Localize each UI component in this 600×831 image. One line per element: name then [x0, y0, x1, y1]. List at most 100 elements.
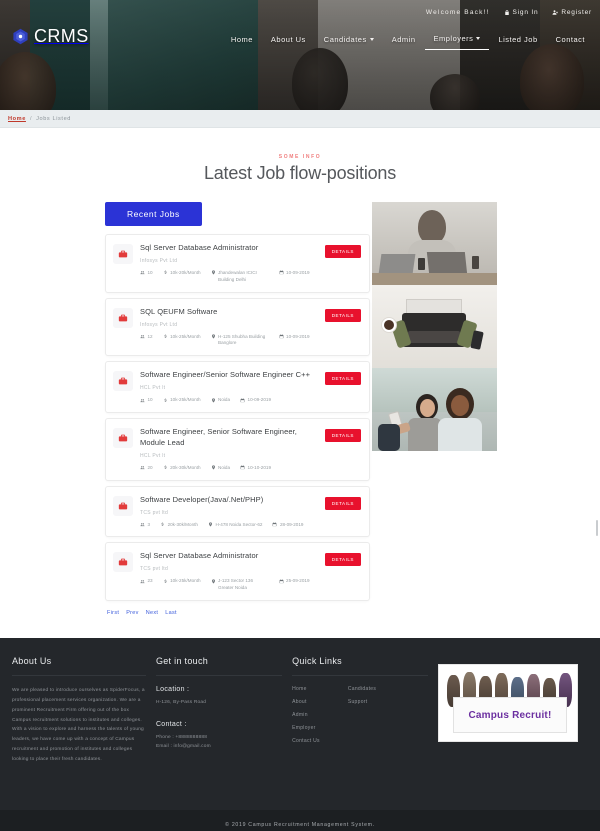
nav-item-admin[interactable]: Admin: [383, 31, 425, 50]
dollar-icon: [164, 334, 167, 338]
calendar-icon: [279, 334, 283, 339]
dollar-icon: [164, 270, 167, 275]
scroll-indicator[interactable]: [596, 520, 598, 536]
job-meta: 10 10k-20k/Month Jhandewalan ICICI Build…: [140, 270, 319, 284]
details-button[interactable]: DETAILS: [324, 245, 361, 258]
details-button[interactable]: DETAILS: [324, 308, 361, 322]
job-salary: 10k-25k/Month: [163, 578, 201, 592]
job-salary: 10k-20k/Month: [163, 270, 201, 284]
job-date: 28-09-2019: [272, 522, 303, 529]
job-title: Sql Server Database Administrator: [140, 243, 259, 252]
job-openings: 12: [140, 334, 153, 348]
footer-link-support[interactable]: Support: [348, 699, 376, 705]
details-button[interactable]: DETAILS: [324, 553, 361, 567]
job-date: 10-09-2019: [279, 334, 310, 348]
main-content: Recent Jobs Sql Server Database Administ…: [0, 184, 600, 616]
footer-location-value: H-126, By-Pass Road: [155, 700, 207, 706]
job-title: Software Engineer/Senior Software Engine…: [140, 370, 311, 380]
footer-link-candidates[interactable]: Candidates: [348, 686, 376, 692]
footer: About Us We are pleased to introduce our…: [0, 638, 600, 811]
nav-item-candidates[interactable]: Candidates: [315, 31, 383, 50]
hero-overlay: [0, 0, 600, 110]
job-salary: 10k-25k/Month: [163, 397, 201, 404]
job-list-item[interactable]: Sql Server Database Administrator Infosy…: [105, 234, 370, 293]
footer-links-column: Quick Links Home About Admin Employer Co…: [292, 656, 438, 796]
two-women-taking-selfie-photo: [372, 368, 497, 451]
sign-in-label: Sign In: [512, 9, 539, 16]
footer-link-home[interactable]: Home: [292, 686, 320, 692]
brand-logo[interactable]: CRMS: [12, 26, 89, 47]
banner-text: Campus Recruit!: [468, 709, 552, 721]
photo-stack: [372, 202, 497, 451]
job-list-item[interactable]: Software Engineer, Senior Software Engin…: [105, 418, 370, 481]
footer-location-label: Location :: [155, 686, 190, 694]
job-date-value: 10-10-2019: [247, 464, 272, 470]
people-icon: [140, 580, 145, 584]
pagination-first[interactable]: First: [107, 610, 119, 616]
job-openings-value: 23: [147, 578, 153, 584]
job-date-value: 10-09-2019: [286, 333, 310, 339]
job-list-item[interactable]: Software Engineer/Senior Software Engine…: [105, 361, 370, 414]
nav-item-employers[interactable]: Employers: [424, 30, 490, 50]
details-button[interactable]: DETAILS: [324, 372, 361, 386]
lock-icon: [504, 10, 509, 15]
breadcrumb-home-link[interactable]: Home: [8, 116, 26, 122]
job-salary-value: 10k-25k/Month: [170, 397, 201, 403]
footer-contact-heading: Get in touch: [155, 656, 209, 667]
job-list-item[interactable]: SQL QEUFM Software Infosys Pvt Ltd 12 10…: [105, 297, 370, 357]
job-meta: 23 10k-25k/Month J-123 Sector 136 Greate…: [140, 578, 319, 592]
photo-column: [370, 202, 600, 616]
job-location-value: J-123 Sector 136 Greater Noida: [218, 578, 254, 591]
job-location: H-125 Shubha Building Banglore: [211, 334, 269, 348]
chevron-down-icon: [369, 37, 374, 41]
job-meta: 20 20k-30k/Month Noida 10-10-2019: [140, 465, 319, 472]
register-link[interactable]: Register: [552, 9, 592, 16]
pagination-next[interactable]: Next: [146, 610, 159, 616]
job-location: Noida: [211, 464, 231, 472]
job-openings: 23: [140, 578, 153, 592]
campus-recruit-banner: Campus Recruit!: [437, 664, 578, 743]
footer-email: Email : info@gmail.com: [155, 744, 211, 750]
nav-label: About Us: [270, 35, 306, 44]
job-list-item[interactable]: Software Developer(Java/.Net/PHP) TCS pv…: [105, 485, 370, 538]
main-navigation: Home About Us Candidates Admin Employers…: [222, 30, 594, 50]
hands-with-typewriter-photo: [372, 285, 497, 368]
divider: [12, 675, 146, 677]
tab-recent-jobs[interactable]: Recent Jobs: [105, 202, 202, 226]
job-openings-value: 10: [147, 269, 153, 275]
job-company: Infosys Pvt Ltd: [140, 257, 178, 264]
briefcase-icon: [113, 371, 133, 392]
footer-link-contact-us[interactable]: Contact Us: [292, 738, 320, 744]
footer-link-employer[interactable]: Employer: [292, 725, 320, 731]
map-pin-icon: [208, 522, 212, 527]
job-company: TCS pvt ltd: [140, 509, 169, 516]
nav-item-about-us[interactable]: About Us: [262, 31, 315, 50]
sign-in-link[interactable]: Sign In: [504, 9, 539, 16]
footer-about-column: About Us We are pleased to introduce our…: [12, 656, 156, 796]
pagination-prev[interactable]: Prev: [126, 610, 139, 616]
job-salary-value: 10k-20k/Month: [170, 269, 201, 275]
nav-item-contact[interactable]: Contact: [547, 31, 594, 50]
briefcase-icon: [113, 244, 133, 264]
people-icon: [140, 466, 145, 470]
footer-link-admin[interactable]: Admin: [292, 712, 320, 718]
dollar-icon: [164, 398, 167, 402]
nav-item-home[interactable]: Home: [222, 31, 262, 50]
job-company: HCL Pvt lt: [140, 452, 166, 459]
map-pin-icon: [211, 465, 215, 470]
page-eyebrow: SOME INFO: [278, 154, 322, 160]
chevron-down-icon: [476, 36, 481, 40]
footer-contact-block: Contact : Phone : +8888888888 Email : in…: [156, 721, 282, 751]
calendar-icon: [279, 579, 283, 584]
people-icon: [140, 271, 145, 275]
pagination-last[interactable]: Last: [165, 610, 177, 616]
job-location-value: Noida: [218, 464, 231, 470]
footer-location-block: Location : H-126, By-Pass Road: [156, 686, 282, 707]
details-button[interactable]: DETAILS: [324, 429, 361, 443]
job-list-item[interactable]: Sql Server Database Administrator TCS pv…: [105, 542, 370, 602]
job-salary: 20k-30k/Month: [160, 522, 198, 529]
job-title: Software Developer(Java/.Net/PHP): [140, 494, 264, 504]
details-button[interactable]: DETAILS: [324, 496, 361, 510]
footer-link-about[interactable]: About: [292, 699, 320, 705]
nav-item-listed-job[interactable]: Listed Job: [489, 31, 546, 50]
